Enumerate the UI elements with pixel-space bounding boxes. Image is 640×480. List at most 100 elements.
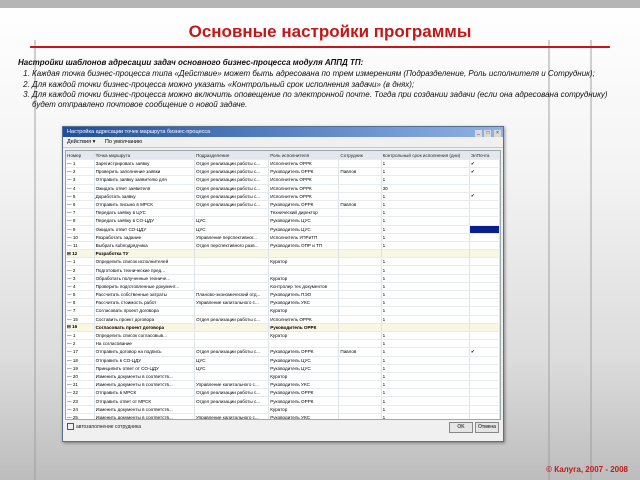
table-cell[interactable]: Изменить документы в соответств... (94, 372, 195, 382)
table-cell[interactable]: Руководитель ОРРК (268, 388, 340, 398)
defaults-button[interactable]: По умолчанию (105, 139, 142, 145)
table-cell[interactable]: 1 (381, 225, 470, 234)
table-cell[interactable]: Отдел реализации работы с... (194, 315, 270, 324)
table-row[interactable]: — 4 Ожидать ответ заявителя Отдел реализац… (66, 184, 500, 193)
table-row[interactable]: — 7 Согласовать проект договора Куратор 1 (66, 306, 500, 316)
table-cell[interactable] (338, 323, 382, 332)
table-cell[interactable]: — 3 (66, 175, 95, 185)
table-cell[interactable]: Отдел реализации работы с... (194, 184, 270, 193)
table-cell[interactable] (338, 282, 382, 292)
table-cell[interactable]: На согласование (94, 339, 195, 349)
table-row[interactable]: — 2 На согласование 1 (66, 339, 500, 349)
table-cell[interactable]: 1 (381, 372, 470, 382)
table-cell[interactable] (194, 306, 270, 316)
table-cell[interactable]: Отдел перспективного разв... (194, 241, 270, 251)
table-cell[interactable]: — 1 (66, 257, 95, 267)
table-row[interactable]: — 6 Отправить письмо в МРСК Отдел реализац… (66, 200, 500, 210)
table-cell[interactable] (268, 339, 340, 349)
table-cell[interactable]: Отправить в СО-ЦДУ (94, 356, 195, 365)
actions-menu[interactable]: Действия ▾ (67, 139, 95, 145)
autofill-checkbox[interactable] (67, 423, 74, 430)
table-row[interactable]: — 5 Доработать заявку Отдел реализации раб… (66, 192, 500, 201)
table-cell[interactable]: Планово-экономический отд... (194, 290, 270, 300)
table-cell[interactable]: Выбрать subподрядчика (94, 241, 195, 251)
table-row[interactable]: — 18 Отправить в СО-ЦДУ ЦУС Руководитель ЦУ… (66, 356, 500, 365)
table-cell[interactable] (194, 331, 270, 341)
table-row[interactable]: — 5 Рассчитать собственные затраты Планово… (66, 290, 500, 300)
column-header[interactable]: Точка маршрута (94, 151, 195, 160)
table-cell[interactable]: Изменить документы в соответств... (94, 413, 195, 419)
table-row[interactable]: — 3 Отправить заявку заявителю для Отдел р… (66, 175, 500, 185)
table-cell[interactable] (268, 265, 340, 275)
table-row[interactable]: — 19 Принципить ответ от СО-ЦДУ ЦУС Руковод… (66, 364, 500, 373)
table-cell[interactable] (338, 396, 382, 406)
table-cell[interactable]: — 6 (66, 200, 95, 210)
table-cell[interactable]: Отдел реализации работы с... (194, 388, 270, 398)
table-cell[interactable]: — 10 (66, 233, 95, 242)
table-cell[interactable] (338, 184, 382, 193)
table-cell[interactable] (469, 364, 500, 373)
table-row[interactable]: — 25 Изменить документы в соответств... Уп… (66, 413, 500, 419)
table-row[interactable]: — 24 Изменить документы в соответств... Ку… (66, 405, 500, 414)
table-cell[interactable]: Рассчитать собственные затраты (94, 290, 195, 300)
table-cell[interactable] (469, 175, 500, 185)
table-cell[interactable]: — 15 (66, 315, 95, 324)
table-row[interactable]: — 9 Ожидать ответ СО-ЦДУ ЦУС Руководитель Ц… (66, 225, 500, 234)
table-cell[interactable] (338, 298, 382, 308)
table-row[interactable]: — 2 Подготовить технические пред... 1 (66, 265, 500, 275)
table-cell[interactable] (469, 356, 500, 365)
maximize-button[interactable]: □ (484, 130, 492, 137)
table-cell[interactable] (338, 274, 382, 283)
table-cell[interactable] (338, 405, 382, 414)
table-cell[interactable]: 1 (381, 298, 470, 308)
table-cell[interactable]: — 5 (66, 290, 95, 300)
table-cell[interactable] (194, 339, 270, 349)
table-cell[interactable]: — 21 (66, 380, 95, 390)
table-cell[interactable]: Отправить заявку заявителю для (94, 175, 195, 185)
table-cell[interactable] (194, 372, 270, 382)
table-cell[interactable] (338, 257, 382, 267)
table-cell[interactable]: Исполнитель ОРРК (268, 159, 340, 169)
table-cell[interactable]: Доработать заявку (94, 192, 195, 201)
table-cell[interactable]: Отправить в МРСК (94, 388, 195, 398)
table-row[interactable]: — 17 Отправить договор на подпись Отдел ре… (66, 347, 500, 357)
table-row[interactable]: — 1 Определить список согласовыв... Курато… (66, 331, 500, 341)
table-cell[interactable]: Отдел реализации работы с... (194, 175, 270, 185)
table-cell[interactable]: — 3 (66, 274, 95, 283)
table-cell[interactable]: Руководитель ОРРК (268, 167, 340, 177)
table-cell[interactable] (469, 306, 500, 316)
table-cell[interactable] (338, 175, 382, 185)
table-cell[interactable]: — 9 (66, 225, 95, 234)
table-cell[interactable]: 1 (381, 274, 470, 283)
table-cell[interactable] (469, 216, 500, 226)
autofill-option[interactable]: автозаполнение сотрудника (67, 423, 141, 430)
table-cell[interactable]: 1 (381, 347, 470, 357)
table-cell[interactable]: ✔ (469, 159, 500, 169)
ok-button[interactable]: OK (449, 422, 473, 433)
table-cell[interactable]: 1 (381, 241, 470, 251)
table-cell[interactable] (469, 241, 500, 251)
table-cell[interactable]: Разработка ТУ (94, 249, 195, 259)
table-cell[interactable] (469, 413, 500, 419)
table-cell[interactable]: Управление капитального с... (194, 298, 270, 308)
table-cell[interactable]: 1 (381, 306, 470, 316)
table-cell[interactable]: Принципить ответ от СО-ЦДУ (94, 364, 195, 373)
table-cell[interactable] (194, 323, 270, 332)
table-cell[interactable]: Руководитель ОРРК (268, 323, 340, 332)
table-cell[interactable] (338, 233, 382, 242)
table-cell[interactable]: — 2 (66, 339, 95, 349)
table-cell[interactable]: — 20 (66, 372, 95, 382)
table-cell[interactable]: 1 (381, 216, 470, 226)
table-cell[interactable]: — 7 (66, 306, 95, 316)
table-cell[interactable]: ⊟ 16 (66, 323, 95, 332)
table-cell[interactable] (268, 249, 340, 259)
table-cell[interactable]: Проверить подготовленные документ... (94, 282, 195, 292)
table-cell[interactable]: 1 (381, 257, 470, 267)
table-cell[interactable]: Куратор (268, 372, 340, 382)
table-cell[interactable]: Руководитель ЦУС (268, 225, 340, 234)
table-cell[interactable]: Руководитель ЦУС (268, 356, 340, 365)
table-cell[interactable]: Руководитель ОРРК (268, 347, 340, 357)
table-cell[interactable] (469, 233, 500, 242)
table-row[interactable]: — 20 Изменить документы в соответств... Ку… (66, 372, 500, 382)
table-cell[interactable] (338, 306, 382, 316)
